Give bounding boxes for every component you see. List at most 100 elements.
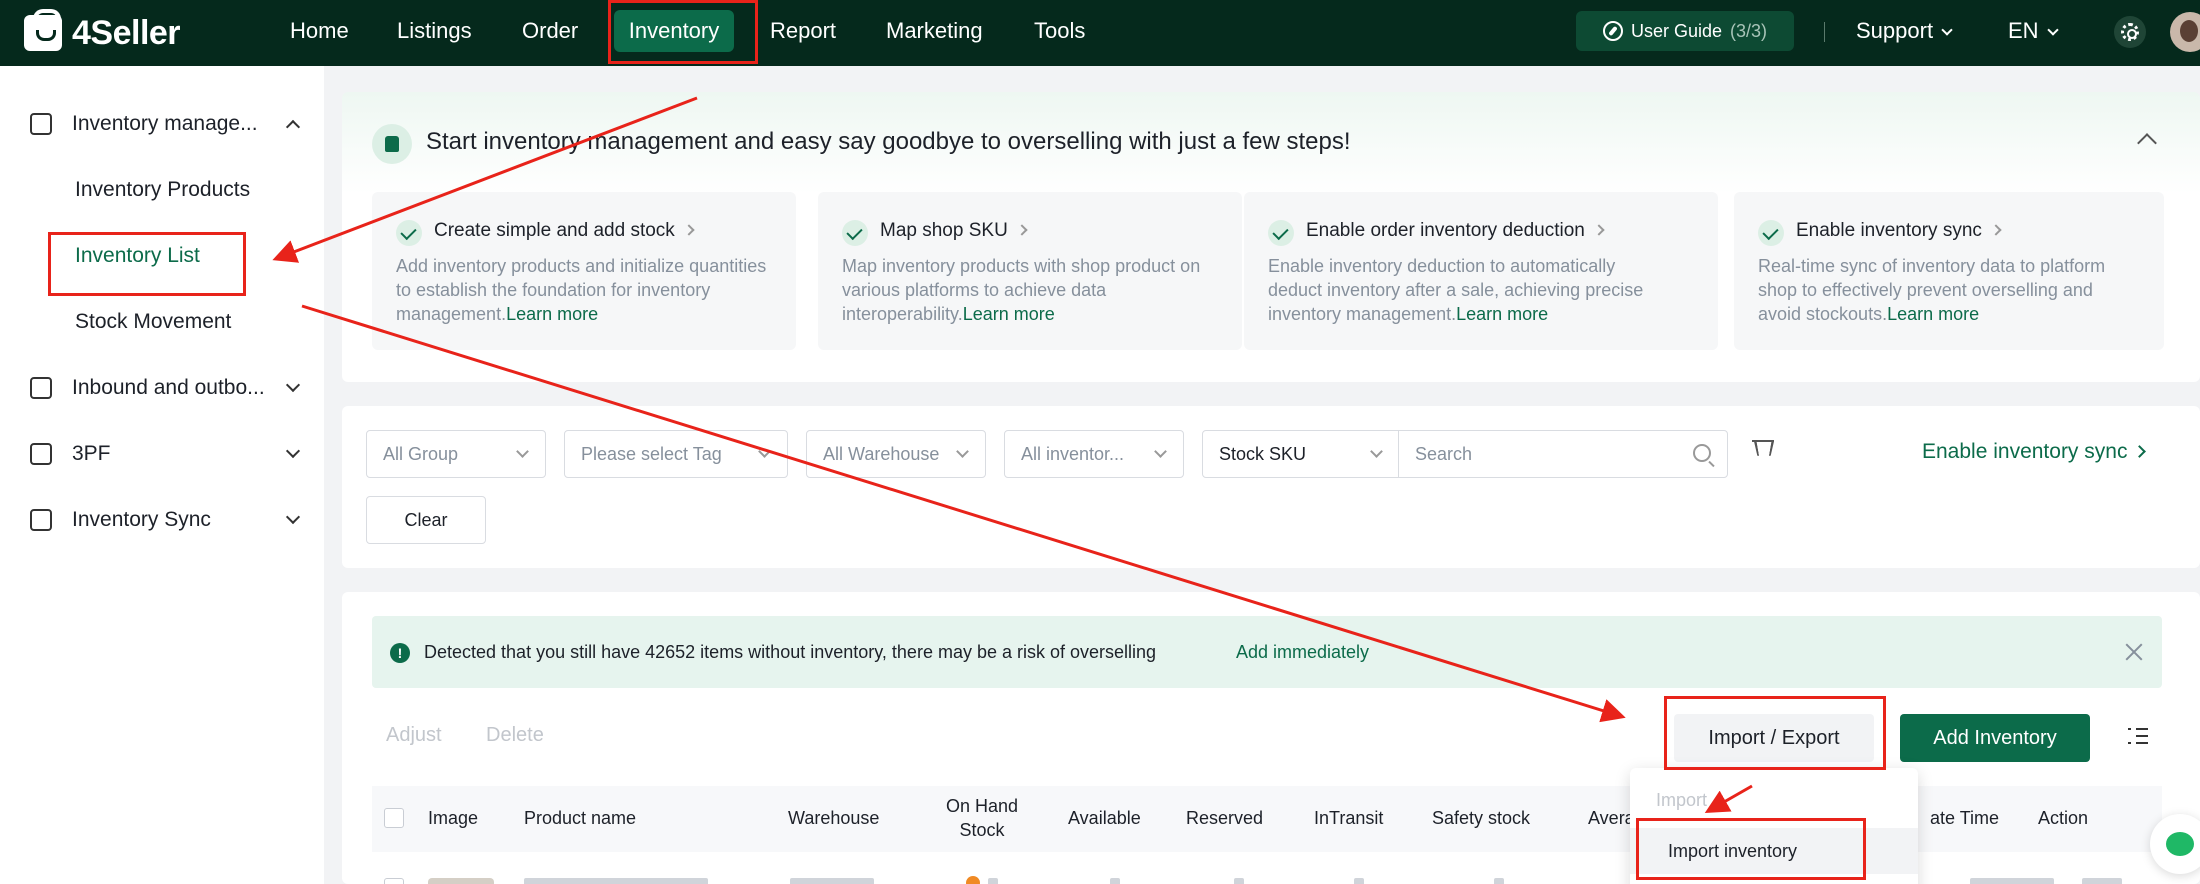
sidebar-item-inventory-products[interactable]: Inventory Products xyxy=(75,178,250,202)
import-inventory-menu-item[interactable]: Import inventory xyxy=(1630,828,1918,874)
guide-step-order-deduction[interactable]: Enable order inventory deduction Enable … xyxy=(1244,192,1718,350)
guide-step-inventory-sync[interactable]: Enable inventory sync Real-time sync of … xyxy=(1734,192,2164,350)
settings-button[interactable] xyxy=(2114,16,2146,48)
column-settings-icon[interactable] xyxy=(2128,726,2148,746)
clear-button[interactable]: Clear xyxy=(366,496,486,544)
guide-icon xyxy=(372,124,412,164)
learn-more-link[interactable]: Learn more xyxy=(1887,304,1979,324)
language-menu[interactable]: EN xyxy=(2008,0,2059,66)
search-input[interactable]: Search xyxy=(1398,430,1728,478)
warehouse-icon xyxy=(30,377,52,399)
create-time-value xyxy=(1970,878,2054,884)
sidebar-group-label: Inventory manage... xyxy=(72,112,258,135)
overselling-alert: ! Detected that you still have 42652 ite… xyxy=(372,616,2162,688)
add-immediately-link[interactable]: Add immediately xyxy=(1236,642,1369,663)
nav-divider xyxy=(1824,22,1825,42)
chevron-down-icon xyxy=(956,445,969,458)
sku-type-select[interactable]: Stock SKU xyxy=(1202,430,1400,478)
guide-title: Start inventory management and easy say … xyxy=(426,128,1351,155)
action-link[interactable] xyxy=(2082,878,2122,884)
learn-more-link[interactable]: Learn more xyxy=(506,304,598,324)
sidebar-item-inventory-list[interactable]: Inventory List xyxy=(75,244,200,268)
warehouse-select[interactable]: All Warehouse xyxy=(806,430,986,478)
import-export-button[interactable]: Import / Export xyxy=(1674,714,1874,762)
add-inventory-button[interactable]: Add Inventory xyxy=(1900,714,2090,762)
language-label: EN xyxy=(2008,18,2039,43)
chevron-down-icon xyxy=(285,377,301,393)
avatar[interactable] xyxy=(2170,12,2200,52)
check-icon xyxy=(1758,220,1784,246)
enable-inventory-sync-link[interactable]: Enable inventory sync xyxy=(1922,440,2147,464)
select-all-checkbox[interactable] xyxy=(384,808,404,828)
chevron-down-icon xyxy=(2046,24,2059,36)
chevron-down-icon xyxy=(285,509,301,525)
chevron-up-icon xyxy=(285,119,301,135)
warehouse-text xyxy=(790,878,874,884)
nav-tools[interactable]: Tools xyxy=(1034,0,1085,66)
tag-select[interactable]: Please select Tag xyxy=(564,430,788,478)
tag-select-placeholder: Please select Tag xyxy=(581,444,722,464)
group-select-value: All Group xyxy=(383,444,459,464)
delete-button[interactable]: Delete xyxy=(486,724,544,747)
nav-home[interactable]: Home xyxy=(290,0,349,66)
learn-more-link[interactable]: Learn more xyxy=(963,304,1055,324)
on-hand-value xyxy=(988,878,998,884)
group-select[interactable]: All Group xyxy=(366,430,546,478)
support-label: Support xyxy=(1856,18,1934,43)
nav-listings[interactable]: Listings xyxy=(397,0,472,66)
alert-text: Detected that you still have 42652 items… xyxy=(424,642,1157,662)
user-guide-button[interactable]: User Guide (3/3) xyxy=(1576,11,1794,51)
chevron-right-icon xyxy=(683,224,695,236)
column-header-on-hand-stock: On Hand Stock xyxy=(936,794,1028,842)
row-checkbox[interactable] xyxy=(384,878,404,884)
sidebar-group-label: 3PF xyxy=(72,442,111,465)
column-header-warehouse: Warehouse xyxy=(788,808,880,828)
search-icon xyxy=(1693,444,1711,462)
guide-step-map-sku[interactable]: Map shop SKU Map inventory products with… xyxy=(818,192,1242,350)
search-placeholder: Search xyxy=(1415,444,1473,464)
column-header-image: Image xyxy=(428,808,479,828)
adjust-button[interactable]: Adjust xyxy=(386,724,442,747)
warning-icon xyxy=(966,876,980,884)
column-header-available: Available xyxy=(1068,808,1141,828)
chevron-right-icon xyxy=(1990,224,2002,236)
nav-inventory[interactable]: Inventory xyxy=(614,10,734,52)
import-export-dropdown: Import Import inventory xyxy=(1630,768,1918,884)
sidebar-group-inventory-sync[interactable]: Inventory Sync xyxy=(30,498,310,542)
column-header-reserved: Reserved xyxy=(1186,808,1264,828)
user-guide-count: (3/3) xyxy=(1730,20,1768,41)
intransit-value xyxy=(1354,878,1364,884)
inventory-box-icon xyxy=(30,113,52,135)
sidebar-group-inbound[interactable]: Inbound and outbo... xyxy=(30,366,310,410)
app-logo[interactable]: 4Seller xyxy=(24,9,181,54)
learn-more-link[interactable]: Learn more xyxy=(1456,304,1548,324)
filter-icon[interactable] xyxy=(1752,440,1774,462)
reserved-value xyxy=(1234,878,1244,884)
on-hand-line-1: On Hand xyxy=(945,796,1019,816)
sidebar-group-inventory-management[interactable]: Inventory manage... xyxy=(30,102,310,146)
warehouse-select-value: All Warehouse xyxy=(823,444,940,464)
chevron-down-icon xyxy=(285,443,301,459)
gear-icon xyxy=(2121,23,2139,41)
nav-marketing[interactable]: Marketing xyxy=(886,0,983,66)
step-title: Map shop SKU xyxy=(880,220,1008,241)
sidebar-group-3pf[interactable]: 3PF xyxy=(30,432,310,476)
column-header-intransit: InTransit xyxy=(1314,808,1384,828)
nav-order[interactable]: Order xyxy=(522,0,578,66)
dropdown-group-import: Import xyxy=(1656,790,1708,810)
guide-step-create-stock[interactable]: Create simple and add stock Add inventor… xyxy=(372,192,796,350)
user-guide-label: User Guide xyxy=(1630,20,1723,41)
inventory-select-value: All inventor... xyxy=(1021,444,1125,464)
sidebar-item-stock-movement[interactable]: Stock Movement xyxy=(75,310,231,334)
inventory-status-select[interactable]: All inventor... xyxy=(1004,430,1184,478)
chevron-down-icon xyxy=(758,445,771,458)
close-icon[interactable] xyxy=(2124,642,2144,662)
column-header-action: Action xyxy=(2038,808,2089,828)
nav-report[interactable]: Report xyxy=(770,0,836,66)
alert-icon: ! xyxy=(390,643,410,663)
check-icon xyxy=(1268,220,1294,246)
chevron-down-icon xyxy=(516,445,529,458)
support-menu[interactable]: Support xyxy=(1856,0,1953,66)
column-header-product-name: Product name xyxy=(524,808,637,828)
step-title: Enable inventory sync xyxy=(1796,220,1982,241)
